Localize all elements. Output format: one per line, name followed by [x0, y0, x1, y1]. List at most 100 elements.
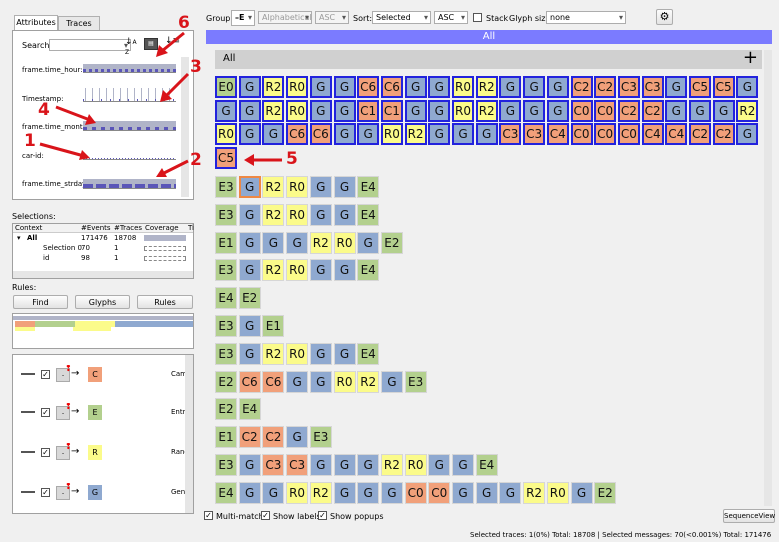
- event-glyph[interactable]: C0: [594, 123, 617, 145]
- event-glyph[interactable]: R0: [286, 76, 309, 98]
- event-glyph[interactable]: C5: [689, 76, 711, 98]
- event-glyph[interactable]: G: [499, 99, 522, 122]
- event-glyph[interactable]: R2: [523, 481, 546, 504]
- glyphs-button[interactable]: Glyphs: [75, 295, 130, 309]
- stack-checkbox[interactable]: [473, 13, 482, 22]
- event-glyph[interactable]: E4: [238, 398, 261, 421]
- event-glyph[interactable]: G: [546, 99, 569, 122]
- event-glyph[interactable]: C3: [641, 76, 664, 98]
- event-glyph[interactable]: C6: [380, 76, 403, 98]
- event-glyph[interactable]: R2: [262, 176, 285, 198]
- event-glyph[interactable]: C2: [570, 76, 593, 98]
- event-glyph[interactable]: R0: [286, 342, 309, 365]
- event-glyph[interactable]: G: [309, 203, 332, 226]
- event-glyph[interactable]: R0: [380, 123, 403, 145]
- event-glyph[interactable]: E2: [238, 287, 261, 310]
- event-glyph[interactable]: G: [309, 342, 332, 365]
- event-glyph[interactable]: E4: [357, 342, 380, 365]
- event-glyph[interactable]: G: [286, 370, 309, 393]
- event-glyph[interactable]: R0: [546, 481, 569, 504]
- event-glyph[interactable]: G: [262, 481, 285, 504]
- event-glyph[interactable]: C3: [262, 454, 285, 476]
- event-glyph[interactable]: E3: [215, 315, 237, 337]
- search-input[interactable]: [49, 39, 131, 51]
- event-glyph[interactable]: C5: [712, 76, 735, 98]
- event-glyph[interactable]: E4: [357, 176, 380, 198]
- event-glyph[interactable]: R2: [262, 259, 285, 282]
- event-glyph[interactable]: E4: [215, 481, 237, 504]
- event-glyph[interactable]: C6: [262, 370, 285, 393]
- event-glyph[interactable]: C0: [428, 481, 451, 504]
- event-glyph[interactable]: C0: [404, 481, 427, 504]
- event-glyph[interactable]: G: [333, 481, 356, 504]
- tab-attributes[interactable]: Attributes: [14, 15, 58, 31]
- event-glyph[interactable]: R0: [286, 481, 309, 504]
- hist-time-hour[interactable]: [83, 59, 176, 73]
- event-glyph[interactable]: E3: [309, 426, 332, 449]
- event-glyph[interactable]: R0: [286, 259, 309, 282]
- event-glyph[interactable]: E3: [215, 342, 237, 365]
- event-glyph[interactable]: E0: [215, 76, 237, 98]
- event-glyph[interactable]: E2: [215, 398, 237, 421]
- event-glyph[interactable]: G: [309, 259, 332, 282]
- event-glyph[interactable]: C4: [546, 123, 569, 145]
- event-glyph[interactable]: G: [238, 203, 261, 226]
- trace-row[interactable]: E4 E2: [215, 287, 762, 311]
- multimatch-checkbox[interactable]: ✓: [204, 511, 213, 520]
- event-glyph[interactable]: G: [238, 123, 261, 145]
- expand-icon[interactable]: ▾: [17, 234, 21, 242]
- event-glyph[interactable]: G: [238, 481, 261, 504]
- event-glyph[interactable]: R0: [286, 176, 309, 198]
- event-glyph[interactable]: E1: [262, 315, 285, 337]
- show-popups-checkbox[interactable]: ✓: [318, 511, 327, 520]
- event-glyph[interactable]: E3: [215, 454, 237, 476]
- find-button[interactable]: Find: [13, 295, 68, 309]
- event-glyph[interactable]: C6: [286, 123, 309, 145]
- event-glyph[interactable]: R2: [736, 99, 759, 122]
- event-glyph[interactable]: C3: [523, 123, 546, 145]
- event-glyph[interactable]: R2: [309, 231, 332, 254]
- event-glyph[interactable]: G: [380, 481, 403, 504]
- event-glyph[interactable]: R2: [475, 99, 498, 122]
- trace-row[interactable]: E4 G G R0 R2 G G G C0 C0 G G G R2 R0 G E2: [215, 481, 762, 506]
- event-glyph[interactable]: R0: [404, 454, 427, 476]
- event-glyph[interactable]: C3: [617, 76, 640, 98]
- event-glyph[interactable]: E4: [215, 287, 237, 310]
- event-glyph[interactable]: G: [333, 203, 356, 226]
- rule-checkbox[interactable]: ✓: [41, 488, 50, 497]
- trace-row[interactable]: E1 C2 C2 G E3: [215, 426, 762, 450]
- event-glyph[interactable]: G: [309, 370, 332, 393]
- rule-row-e[interactable]: ✓ . ❢ → E Entra: [13, 402, 191, 425]
- event-glyph[interactable]: C2: [689, 123, 711, 145]
- event-glyph[interactable]: C0: [617, 123, 640, 145]
- event-glyph[interactable]: R2: [475, 76, 498, 98]
- table-row[interactable]: id 98 1: [13, 254, 191, 263]
- group-header[interactable]: All +: [215, 47, 762, 69]
- event-glyph[interactable]: G: [736, 123, 759, 145]
- event-glyph[interactable]: G: [333, 259, 356, 282]
- event-glyph[interactable]: C2: [712, 123, 735, 145]
- event-glyph[interactable]: E2: [594, 481, 617, 504]
- event-glyph[interactable]: G: [238, 176, 261, 198]
- event-glyph[interactable]: G: [428, 76, 451, 98]
- event-glyph[interactable]: G: [309, 76, 332, 98]
- event-glyph[interactable]: G: [357, 481, 380, 504]
- event-glyph[interactable]: E1: [215, 426, 237, 449]
- event-glyph[interactable]: E2: [215, 370, 237, 393]
- event-glyph[interactable]: C1: [380, 99, 403, 122]
- glyph-size-dropdown[interactable]: none: [546, 11, 626, 24]
- event-glyph[interactable]: E2: [380, 231, 403, 254]
- event-glyph[interactable]: G: [475, 481, 498, 504]
- sort-dir-dropdown[interactable]: ASC: [434, 11, 468, 24]
- event-glyph[interactable]: E3: [215, 176, 237, 198]
- sort-az-icon[interactable]: ↓A Z: [125, 37, 141, 56]
- event-glyph[interactable]: R2: [404, 123, 427, 145]
- event-glyph[interactable]: C4: [641, 123, 664, 145]
- rule-checkbox[interactable]: ✓: [41, 370, 50, 379]
- table-row[interactable]: ▾ All 171476 18708: [13, 234, 191, 243]
- event-glyph[interactable]: G: [262, 123, 285, 145]
- event-glyph[interactable]: G: [309, 99, 332, 122]
- table-row[interactable]: Selection 0 70 1: [13, 244, 191, 253]
- settings-button[interactable]: ⚙: [656, 9, 673, 25]
- tab-traces[interactable]: Traces: [58, 16, 100, 30]
